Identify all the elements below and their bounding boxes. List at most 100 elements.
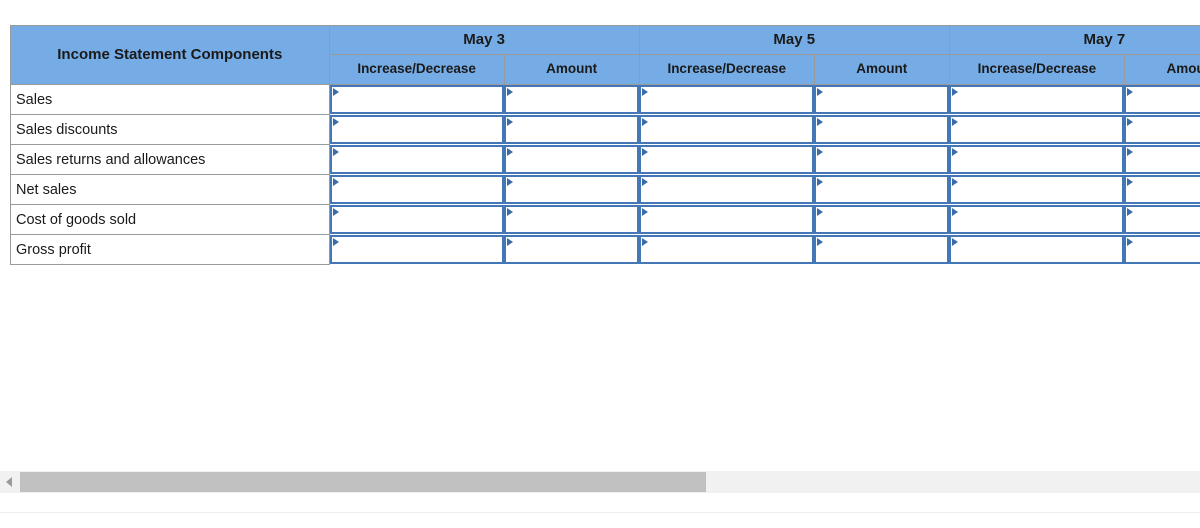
input-net-sales-may7-increase-decrease[interactable] (949, 175, 1125, 204)
input-sales-returns-may7-amount[interactable] (1124, 145, 1200, 174)
cell-net-sales-may3-increase-decrease[interactable] (329, 175, 505, 205)
scrollbar-thumb[interactable] (20, 472, 706, 492)
cell-sales-may3-increase-decrease[interactable] (329, 85, 505, 115)
bottom-divider (0, 512, 1200, 513)
row-label-cost-of-goods-sold: Cost of goods sold (10, 204, 330, 235)
cell-gross-profit-may5-amount[interactable] (814, 235, 950, 265)
cell-sales-may5-increase-decrease[interactable] (639, 85, 815, 115)
cell-sales-discounts-may7-amount[interactable] (1124, 115, 1200, 145)
cell-sales-returns-may3-amount[interactable] (504, 145, 640, 175)
cell-sales-discounts-may7-increase-decrease[interactable] (949, 115, 1125, 145)
input-cogs-may3-increase-decrease[interactable] (329, 205, 505, 234)
worksheet-page: Income Statement Components May 3 May 5 … (0, 0, 1200, 528)
input-sales-may7-amount[interactable] (1124, 85, 1200, 115)
input-sales-may3-amount[interactable] (504, 85, 640, 115)
input-sales-may5-increase-decrease[interactable] (639, 85, 815, 115)
cell-gross-profit-may3-amount[interactable] (504, 235, 640, 265)
cell-net-sales-may7-amount[interactable] (1124, 175, 1200, 205)
table-body: Sales Sales discounts Sales returns and … (10, 84, 1200, 265)
subcolumn-header-may7-amount: Amount (1123, 54, 1200, 85)
subcolumn-header-may5-increase-decrease: Increase/Decrease (638, 54, 815, 85)
scrollbar-track[interactable] (18, 471, 1200, 493)
cell-sales-discounts-may3-increase-decrease[interactable] (329, 115, 505, 145)
cell-cogs-may7-amount[interactable] (1124, 205, 1200, 235)
table-row: Sales (10, 84, 1200, 115)
subcolumn-header-may3-increase-decrease: Increase/Decrease (328, 54, 505, 85)
input-sales-returns-may5-increase-decrease[interactable] (639, 145, 815, 174)
input-cogs-may7-increase-decrease[interactable] (949, 205, 1125, 234)
row-label-gross-profit: Gross profit (10, 234, 330, 265)
subcolumn-header-may5-amount: Amount (813, 54, 950, 85)
input-net-sales-may7-amount[interactable] (1124, 175, 1200, 204)
input-sales-returns-may7-increase-decrease[interactable] (949, 145, 1125, 174)
row-label-sales: Sales (10, 84, 330, 115)
input-net-sales-may5-amount[interactable] (814, 175, 950, 204)
input-cogs-may3-amount[interactable] (504, 205, 640, 234)
cell-net-sales-may3-amount[interactable] (504, 175, 640, 205)
input-sales-discounts-may5-amount[interactable] (814, 115, 950, 144)
input-cogs-may7-amount[interactable] (1124, 205, 1200, 234)
input-sales-may5-amount[interactable] (814, 85, 950, 115)
header-row-dates: Income Statement Components May 3 May 5 … (10, 25, 1200, 85)
cell-net-sales-may7-increase-decrease[interactable] (949, 175, 1125, 205)
input-net-sales-may3-increase-decrease[interactable] (329, 175, 505, 204)
input-sales-discounts-may7-increase-decrease[interactable] (949, 115, 1125, 144)
row-label-sales-discounts: Sales discounts (10, 114, 330, 145)
cell-cogs-may5-increase-decrease[interactable] (639, 205, 815, 235)
cell-sales-returns-may7-increase-decrease[interactable] (949, 145, 1125, 175)
cell-cogs-may3-amount[interactable] (504, 205, 640, 235)
row-label-net-sales: Net sales (10, 174, 330, 205)
cell-gross-profit-may3-increase-decrease[interactable] (329, 235, 505, 265)
cell-gross-profit-may7-increase-decrease[interactable] (949, 235, 1125, 265)
horizontal-scrollbar[interactable] (0, 470, 1200, 493)
input-sales-discounts-may3-increase-decrease[interactable] (329, 115, 505, 144)
input-gross-profit-may3-amount[interactable] (504, 235, 640, 264)
input-net-sales-may5-increase-decrease[interactable] (639, 175, 815, 204)
table-row: Sales returns and allowances (10, 144, 1200, 175)
table-row: Cost of goods sold (10, 204, 1200, 235)
cell-sales-returns-may7-amount[interactable] (1124, 145, 1200, 175)
cell-sales-returns-may5-increase-decrease[interactable] (639, 145, 815, 175)
input-gross-profit-may5-amount[interactable] (814, 235, 950, 264)
cell-sales-returns-may5-amount[interactable] (814, 145, 950, 175)
input-sales-discounts-may5-increase-decrease[interactable] (639, 115, 815, 144)
cell-gross-profit-may7-amount[interactable] (1124, 235, 1200, 265)
cell-net-sales-may5-amount[interactable] (814, 175, 950, 205)
cell-sales-may5-amount[interactable] (814, 85, 950, 115)
input-sales-returns-may5-amount[interactable] (814, 145, 950, 174)
cell-sales-returns-may3-increase-decrease[interactable] (329, 145, 505, 175)
input-cogs-may5-increase-decrease[interactable] (639, 205, 815, 234)
input-net-sales-may3-amount[interactable] (504, 175, 640, 204)
input-gross-profit-may7-amount[interactable] (1124, 235, 1200, 264)
input-sales-may3-increase-decrease[interactable] (329, 85, 505, 115)
cell-cogs-may7-increase-decrease[interactable] (949, 205, 1125, 235)
cell-gross-profit-may5-increase-decrease[interactable] (639, 235, 815, 265)
cell-sales-discounts-may5-amount[interactable] (814, 115, 950, 145)
input-sales-returns-may3-amount[interactable] (504, 145, 640, 174)
cell-sales-discounts-may3-amount[interactable] (504, 115, 640, 145)
cell-sales-discounts-may5-increase-decrease[interactable] (639, 115, 815, 145)
column-group-header-may-3: May 3 (328, 25, 640, 55)
input-sales-returns-may3-increase-decrease[interactable] (329, 145, 505, 174)
cell-net-sales-may5-increase-decrease[interactable] (639, 175, 815, 205)
table-row: Sales discounts (10, 114, 1200, 145)
input-gross-profit-may5-increase-decrease[interactable] (639, 235, 815, 264)
input-gross-profit-may3-increase-decrease[interactable] (329, 235, 505, 264)
column-group-header-may-7: May 7 (948, 25, 1200, 55)
input-gross-profit-may7-increase-decrease[interactable] (949, 235, 1125, 264)
cell-sales-may7-amount[interactable] (1124, 85, 1200, 115)
cell-cogs-may3-increase-decrease[interactable] (329, 205, 505, 235)
column-header-income-statement-components: Income Statement Components (10, 25, 330, 85)
worksheet-table-container: Income Statement Components May 3 May 5 … (10, 25, 1200, 265)
input-cogs-may5-amount[interactable] (814, 205, 950, 234)
cell-sales-may7-increase-decrease[interactable] (949, 85, 1125, 115)
cell-cogs-may5-amount[interactable] (814, 205, 950, 235)
input-sales-may7-increase-decrease[interactable] (949, 85, 1125, 115)
input-sales-discounts-may7-amount[interactable] (1124, 115, 1200, 144)
row-label-sales-returns-and-allowances: Sales returns and allowances (10, 144, 330, 175)
cell-sales-may3-amount[interactable] (504, 85, 640, 115)
scroll-left-button[interactable] (0, 471, 18, 493)
income-statement-worksheet-table: Income Statement Components May 3 May 5 … (10, 25, 1200, 265)
subcolumn-header-may7-increase-decrease: Increase/Decrease (948, 54, 1125, 85)
input-sales-discounts-may3-amount[interactable] (504, 115, 640, 144)
